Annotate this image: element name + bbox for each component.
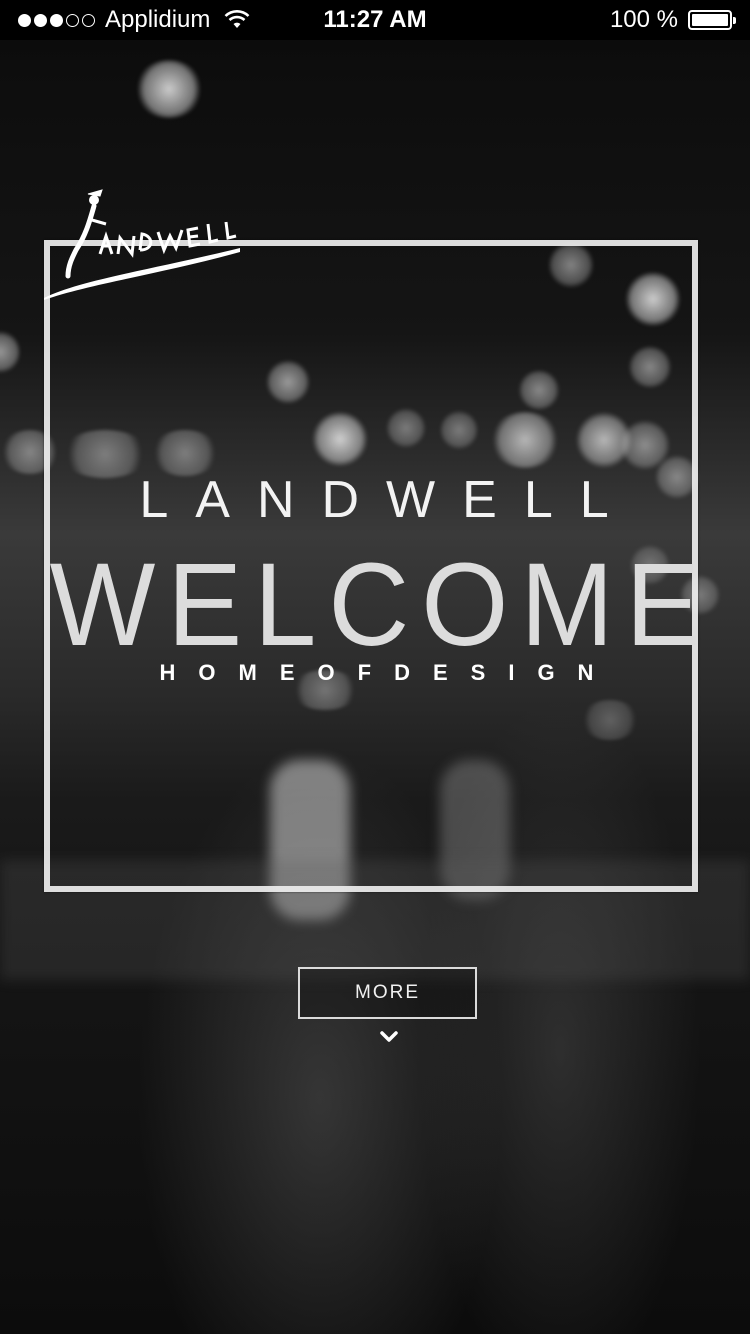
battery-icon [688, 10, 736, 30]
signal-strength-icon [18, 13, 95, 27]
carrier-name: Applidium [105, 6, 211, 33]
status-right: 100 % [609, 6, 736, 34]
brand-title: LANDWELL [139, 471, 636, 529]
landwell-logo[interactable] [40, 180, 250, 305]
headline-welcome: WELCOME [49, 538, 713, 671]
landwell-logo-mark [44, 189, 240, 300]
more-button[interactable]: MORE [298, 967, 477, 1019]
tagline: HOMEOFDESIGN [159, 660, 617, 685]
screen: Applidium 11:27 AM 100 % LANDWELL WELCOM… [0, 0, 750, 1334]
chevron-down-icon[interactable] [380, 1030, 398, 1044]
wifi-icon [224, 10, 250, 28]
status-bar: Applidium 11:27 AM 100 % [0, 0, 750, 40]
status-left: Applidium [18, 6, 278, 34]
battery-percentage: 100 % [609, 6, 678, 33]
